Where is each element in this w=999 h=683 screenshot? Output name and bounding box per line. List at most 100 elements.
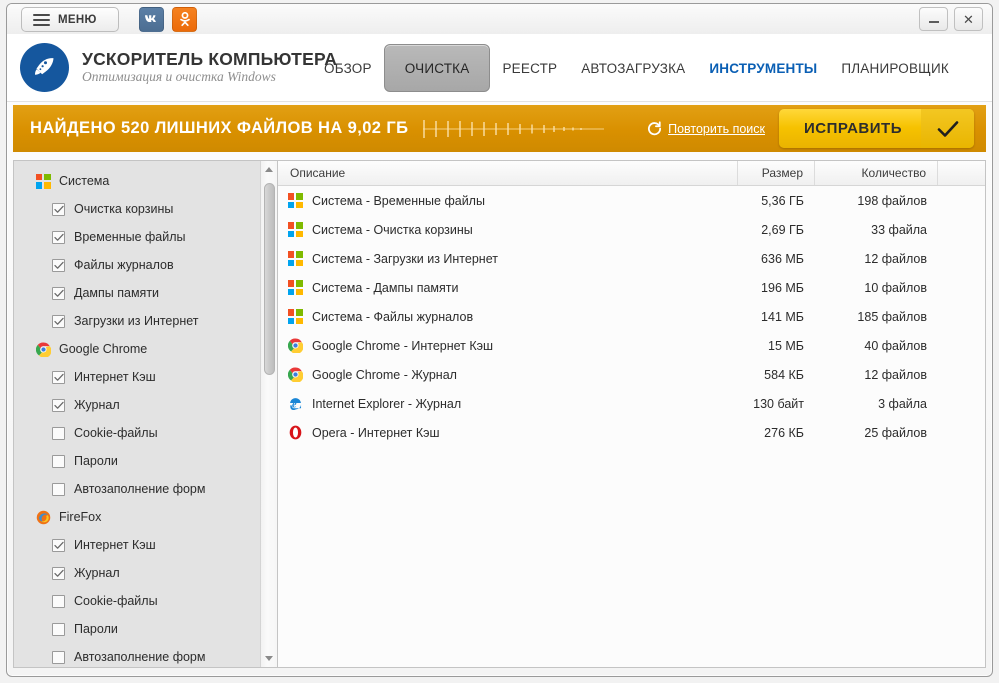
checkbox[interactable]	[52, 287, 65, 300]
column-header-size[interactable]: Размер	[738, 161, 815, 185]
svg-text:e: e	[292, 400, 297, 411]
tree-item-label: Cookie-файлы	[74, 594, 158, 608]
cell-description: Система - Временные файлы	[278, 193, 738, 209]
tree-group-3[interactable]: FireFox	[14, 503, 262, 531]
nav-tab-label: РЕЕСТР	[502, 61, 557, 76]
banner-title: НАЙДЕНО 520 ЛИШНИХ ФАЙЛОВ НА 9,02 ГБ	[30, 119, 408, 138]
tree-item[interactable]: Загрузки из Интернет	[14, 307, 262, 335]
minimize-button[interactable]	[919, 7, 948, 31]
checkbox[interactable]	[52, 455, 65, 468]
tree-group-1[interactable]: Система	[14, 167, 262, 195]
tree-item-label: Дампы памяти	[74, 286, 159, 300]
tree-item-label: Автозаполнение форм	[74, 482, 205, 496]
cell-count: 198 файлов	[815, 194, 938, 208]
row-description-label: Система - Файлы журналов	[312, 310, 473, 324]
column-header-description[interactable]: Описание	[278, 161, 738, 185]
tree-item[interactable]: Cookie-файлы	[14, 419, 262, 447]
check-icon	[54, 261, 64, 270]
row-description-label: Google Chrome - Журнал	[312, 368, 457, 382]
nav-tab-3[interactable]: РЕЕСТР	[490, 46, 569, 90]
rescan-link[interactable]: Повторить поиск	[647, 121, 765, 136]
odnoklassniki-button[interactable]	[172, 7, 197, 32]
menu-button[interactable]: МЕНЮ	[21, 7, 119, 32]
cell-description: Google Chrome - Журнал	[278, 367, 738, 383]
cell-size: 584 КБ	[738, 368, 815, 382]
nav-tab-1[interactable]: ОБЗОР	[312, 46, 384, 90]
tree-item[interactable]: Cookie-файлы	[14, 587, 262, 615]
tree-item-label: Журнал	[74, 398, 120, 412]
scroll-up-button[interactable]	[261, 161, 277, 178]
checkbox[interactable]	[52, 315, 65, 328]
results-table: Описание Размер Количество Система - Вре…	[278, 160, 986, 668]
table-row[interactable]: Google Chrome - Журнал584 КБ12 файлов	[278, 360, 985, 389]
cell-size: 15 МБ	[738, 339, 815, 353]
cell-count: 185 файлов	[815, 310, 938, 324]
scrollbar-thumb[interactable]	[264, 183, 275, 375]
cell-size: 130 байт	[738, 397, 815, 411]
checkbox[interactable]	[52, 595, 65, 608]
checkbox[interactable]	[52, 483, 65, 496]
checkbox[interactable]	[52, 231, 65, 244]
checkbox[interactable]	[52, 427, 65, 440]
checkbox[interactable]	[52, 399, 65, 412]
tree-item[interactable]: Временные файлы	[14, 223, 262, 251]
tree-item[interactable]: Интернет Кэш	[14, 531, 262, 559]
cell-count: 12 файлов	[815, 252, 938, 266]
cell-size: 5,36 ГБ	[738, 194, 815, 208]
nav-tab-2[interactable]: ОЧИСТКА	[384, 44, 491, 92]
tree-group-label: Система	[59, 174, 109, 188]
brand-text: УСКОРИТЕЛЬ КОМПЬЮТЕРА Оптимизация и очис…	[82, 50, 337, 85]
tree-item[interactable]: Автозаполнение форм	[14, 643, 262, 668]
brand-subtitle: Оптимизация и очистка Windows	[82, 69, 337, 85]
tree-item[interactable]: Интернет Кэш	[14, 363, 262, 391]
row-description-label: Система - Загрузки из Интернет	[312, 252, 498, 266]
table-row[interactable]: Google Chrome - Интернет Кэш15 МБ40 файл…	[278, 331, 985, 360]
checkbox[interactable]	[52, 651, 65, 664]
table-row[interactable]: Система - Дампы памяти196 МБ10 файлов	[278, 273, 985, 302]
row-description-label: Система - Дампы памяти	[312, 281, 458, 295]
nav-tab-5[interactable]: ИНСТРУМЕНТЫ	[697, 46, 829, 90]
checkbox[interactable]	[52, 371, 65, 384]
tree-group-2[interactable]: Google Chrome	[14, 335, 262, 363]
close-icon: ✕	[963, 13, 974, 26]
table-row[interactable]: Система - Загрузки из Интернет636 МБ12 ф…	[278, 244, 985, 273]
checkbox[interactable]	[52, 203, 65, 216]
tree-item[interactable]: Дампы памяти	[14, 279, 262, 307]
table-row[interactable]: Opera - Интернет Кэш276 КБ25 файлов	[278, 418, 985, 447]
tree-item[interactable]: Очистка корзины	[14, 195, 262, 223]
sidebar-scrollbar[interactable]	[260, 161, 277, 667]
nav-tab-label: ОЧИСТКА	[405, 61, 470, 76]
checkbox[interactable]	[52, 539, 65, 552]
tree-item-label: Пароли	[74, 622, 118, 636]
checkbox[interactable]	[52, 567, 65, 580]
tree-item-label: Интернет Кэш	[74, 538, 156, 552]
column-header-count[interactable]: Количество	[815, 161, 938, 185]
table-row[interactable]: eInternet Explorer - Журнал130 байт3 фай…	[278, 389, 985, 418]
column-header-filler	[938, 161, 985, 185]
windows-icon	[36, 174, 51, 189]
arrow-up-icon	[265, 167, 273, 172]
check-icon[interactable]	[921, 109, 974, 148]
table-row[interactable]: Система - Очистка корзины2,69 ГБ33 файла	[278, 215, 985, 244]
checkbox[interactable]	[52, 623, 65, 636]
tree-item-label: Автозаполнение форм	[74, 650, 205, 664]
tree-item[interactable]: Пароли	[14, 447, 262, 475]
fix-button[interactable]: ИСПРАВИТЬ	[779, 109, 974, 148]
nav-tab-6[interactable]: ПЛАНИРОВЩИК	[829, 46, 961, 90]
tree-item[interactable]: Журнал	[14, 391, 262, 419]
scroll-down-button[interactable]	[261, 650, 277, 667]
nav-tab-4[interactable]: АВТОЗАГРУЗКА	[569, 46, 697, 90]
tree-item[interactable]: Пароли	[14, 615, 262, 643]
checkbox[interactable]	[52, 259, 65, 272]
close-button[interactable]: ✕	[954, 7, 983, 31]
cell-description: Система - Очистка корзины	[278, 222, 738, 238]
tree-item[interactable]: Файлы журналов	[14, 251, 262, 279]
cell-description: Opera - Интернет Кэш	[278, 425, 738, 441]
vk-button[interactable]	[139, 7, 164, 32]
tree-item[interactable]: Автозаполнение форм	[14, 475, 262, 503]
tree-item[interactable]: Журнал	[14, 559, 262, 587]
cell-size: 141 МБ	[738, 310, 815, 324]
table-row[interactable]: Система - Файлы журналов 141 МБ185 файлов	[278, 302, 985, 331]
table-row[interactable]: Система - Временные файлы5,36 ГБ198 файл…	[278, 186, 985, 215]
cell-description: Система - Дампы памяти	[278, 280, 738, 296]
